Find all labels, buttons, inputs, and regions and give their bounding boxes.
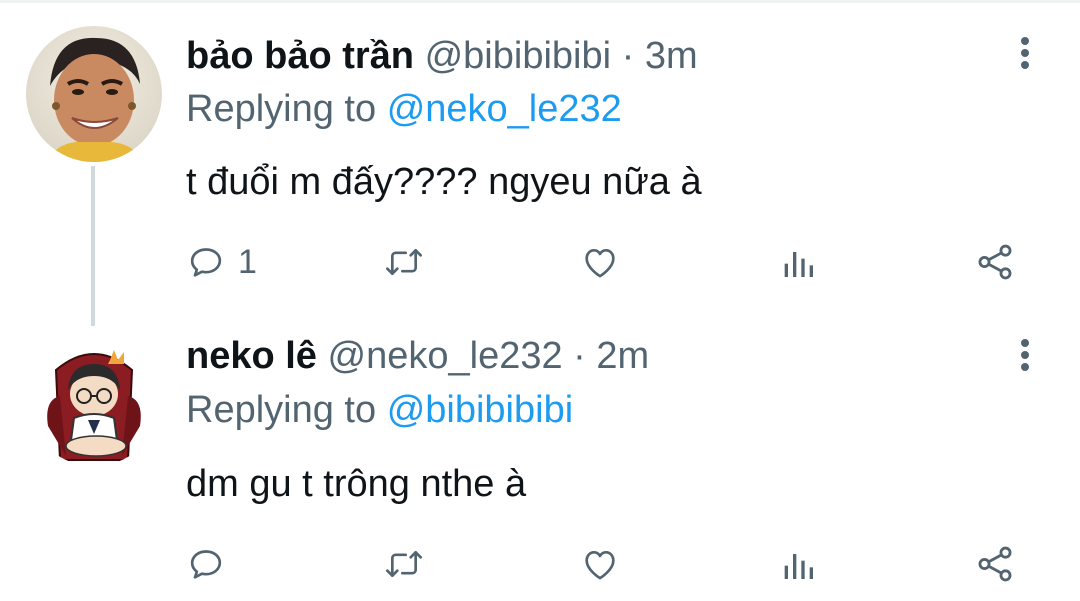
replying-to: Replying to @bibibibibi	[186, 387, 573, 433]
retweet-icon	[382, 544, 426, 584]
replying-label: Replying to	[186, 389, 377, 431]
avatar-neko-le[interactable]	[26, 330, 162, 466]
retweet-button[interactable]	[382, 240, 426, 284]
timestamp[interactable]: 2m	[596, 335, 649, 377]
replying-mention[interactable]: @neko_le232	[387, 88, 622, 130]
tweet-2[interactable]: neko lê @neko_le232 · 2m Replying to @bi…	[0, 300, 1080, 601]
reply-count: 1	[238, 242, 257, 281]
timestamp[interactable]: 3m	[645, 35, 698, 77]
reply-icon	[186, 242, 226, 282]
action-bar	[186, 542, 1036, 586]
retweet-button[interactable]	[382, 542, 426, 586]
like-button[interactable]	[580, 240, 620, 284]
separator: ·	[621, 35, 635, 77]
separator: ·	[573, 335, 586, 377]
avatar-bao-bao-tran[interactable]	[26, 26, 162, 162]
retweet-icon	[382, 242, 426, 282]
like-icon	[580, 242, 620, 282]
handle[interactable]: @bibibibibi	[425, 35, 611, 77]
reply-button[interactable]: 1	[186, 240, 257, 284]
tweet-1[interactable]: bảo bảo trần @bibibibibi · 3m Replying t…	[0, 0, 1080, 326]
action-bar: 1	[186, 240, 1036, 284]
replying-label: Replying to	[186, 88, 377, 130]
analytics-icon	[778, 544, 818, 584]
replying-to: Replying to @neko_le232	[186, 86, 622, 132]
tweet-header: bảo bảo trần @bibibibibi · 3m	[186, 33, 698, 79]
share-icon	[974, 543, 1016, 585]
more-vertical-icon[interactable]	[1005, 31, 1045, 75]
like-icon	[580, 544, 620, 584]
tweet-text: dm gu t trông nthe à	[186, 463, 527, 505]
like-button[interactable]	[580, 542, 620, 586]
reply-button[interactable]	[186, 542, 238, 586]
analytics-icon	[778, 242, 818, 282]
replying-mention[interactable]: @bibibibibi	[387, 389, 573, 431]
display-name[interactable]: bảo bảo trần	[186, 35, 414, 77]
share-icon	[974, 241, 1016, 283]
reply-icon	[186, 544, 226, 584]
tweet-text: t đuổi m đấy???? ngyeu nữa à	[186, 161, 702, 203]
display-name[interactable]: neko lê	[186, 335, 317, 377]
more-vertical-icon[interactable]	[1005, 333, 1045, 377]
tweet-header: neko lê @neko_le232 · 2m	[186, 333, 649, 379]
handle[interactable]: @neko_le232	[328, 335, 563, 377]
analytics-button[interactable]	[778, 240, 818, 284]
share-button[interactable]	[974, 240, 1016, 284]
analytics-button[interactable]	[778, 542, 818, 586]
share-button[interactable]	[974, 542, 1016, 586]
